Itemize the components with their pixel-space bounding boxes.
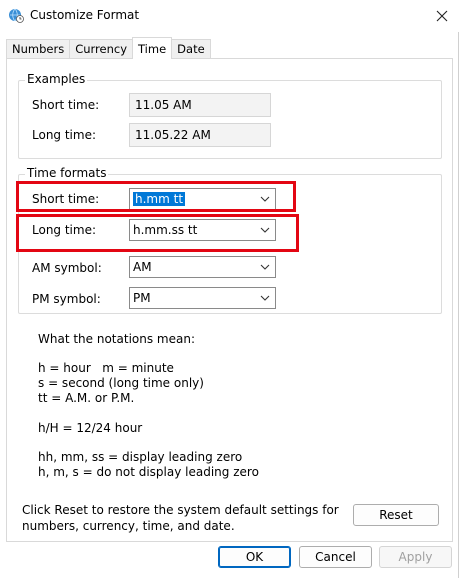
pm-symbol-combo[interactable]: PM [129, 287, 276, 309]
globe-clock-icon [9, 8, 24, 23]
window-title: Customize Format [30, 8, 140, 22]
close-button[interactable] [430, 4, 454, 28]
tab-strip: Numbers Currency Time Date [6, 37, 211, 59]
tab-time[interactable]: Time [132, 37, 173, 59]
title-bar: Customize Format [0, 0, 459, 32]
chevron-down-icon [260, 264, 270, 270]
short-time-label: Short time: [32, 192, 100, 206]
notation-line-3: tt = A.M. or P.M. [38, 391, 135, 405]
reset-button[interactable]: Reset [353, 504, 439, 526]
chevron-down-icon [260, 196, 270, 202]
notation-line-1: h = hour m = minute [38, 361, 174, 375]
time-tab-panel: Examples Short time: 11.05 AM Long time:… [6, 58, 453, 542]
chevron-down-icon [260, 295, 270, 301]
long-time-combo[interactable]: h.mm.ss tt [129, 219, 276, 241]
chevron-down-icon [260, 227, 270, 233]
time-formats-group-label: Time formats [25, 166, 109, 180]
tab-date[interactable]: Date [171, 39, 211, 59]
close-icon [436, 10, 448, 22]
am-symbol-label: AM symbol: [32, 261, 102, 275]
notation-line-6: h, m, s = do not display leading zero [38, 465, 259, 479]
examples-group-label: Examples [25, 72, 88, 86]
ok-button[interactable]: OK [218, 546, 291, 568]
example-long-time-value: 11.05.22 AM [129, 123, 271, 147]
customize-format-dialog: Customize Format Numbers Currency Time D… [0, 0, 459, 578]
notation-line-2: s = second (long time only) [38, 376, 204, 390]
cancel-button[interactable]: Cancel [299, 546, 372, 568]
short-time-combo[interactable]: h.mm tt [129, 188, 276, 210]
reset-description-line-1: Click Reset to restore the system defaul… [22, 503, 339, 517]
example-short-time-value: 11.05 AM [129, 93, 271, 117]
reset-description-line-2: numbers, currency, time, and date. [22, 519, 235, 533]
long-time-input[interactable]: h.mm.ss tt [133, 223, 197, 237]
example-long-time-label: Long time: [32, 128, 97, 142]
tab-numbers[interactable]: Numbers [6, 39, 71, 59]
long-time-label: Long time: [32, 223, 97, 237]
example-short-time-label: Short time: [32, 98, 100, 112]
pm-symbol-value[interactable]: PM [133, 291, 151, 305]
am-symbol-value[interactable]: AM [133, 260, 152, 274]
notations-heading: What the notations mean: [38, 332, 195, 346]
pm-symbol-label: PM symbol: [32, 292, 101, 306]
examples-group: Examples [18, 72, 442, 159]
tab-currency[interactable]: Currency [69, 39, 134, 59]
notation-line-5: hh, mm, ss = display leading zero [38, 450, 243, 464]
am-symbol-combo[interactable]: AM [129, 256, 276, 278]
notation-line-4: h/H = 12/24 hour [38, 421, 143, 435]
short-time-input[interactable]: h.mm tt [133, 192, 186, 206]
apply-button[interactable]: Apply [379, 546, 452, 568]
